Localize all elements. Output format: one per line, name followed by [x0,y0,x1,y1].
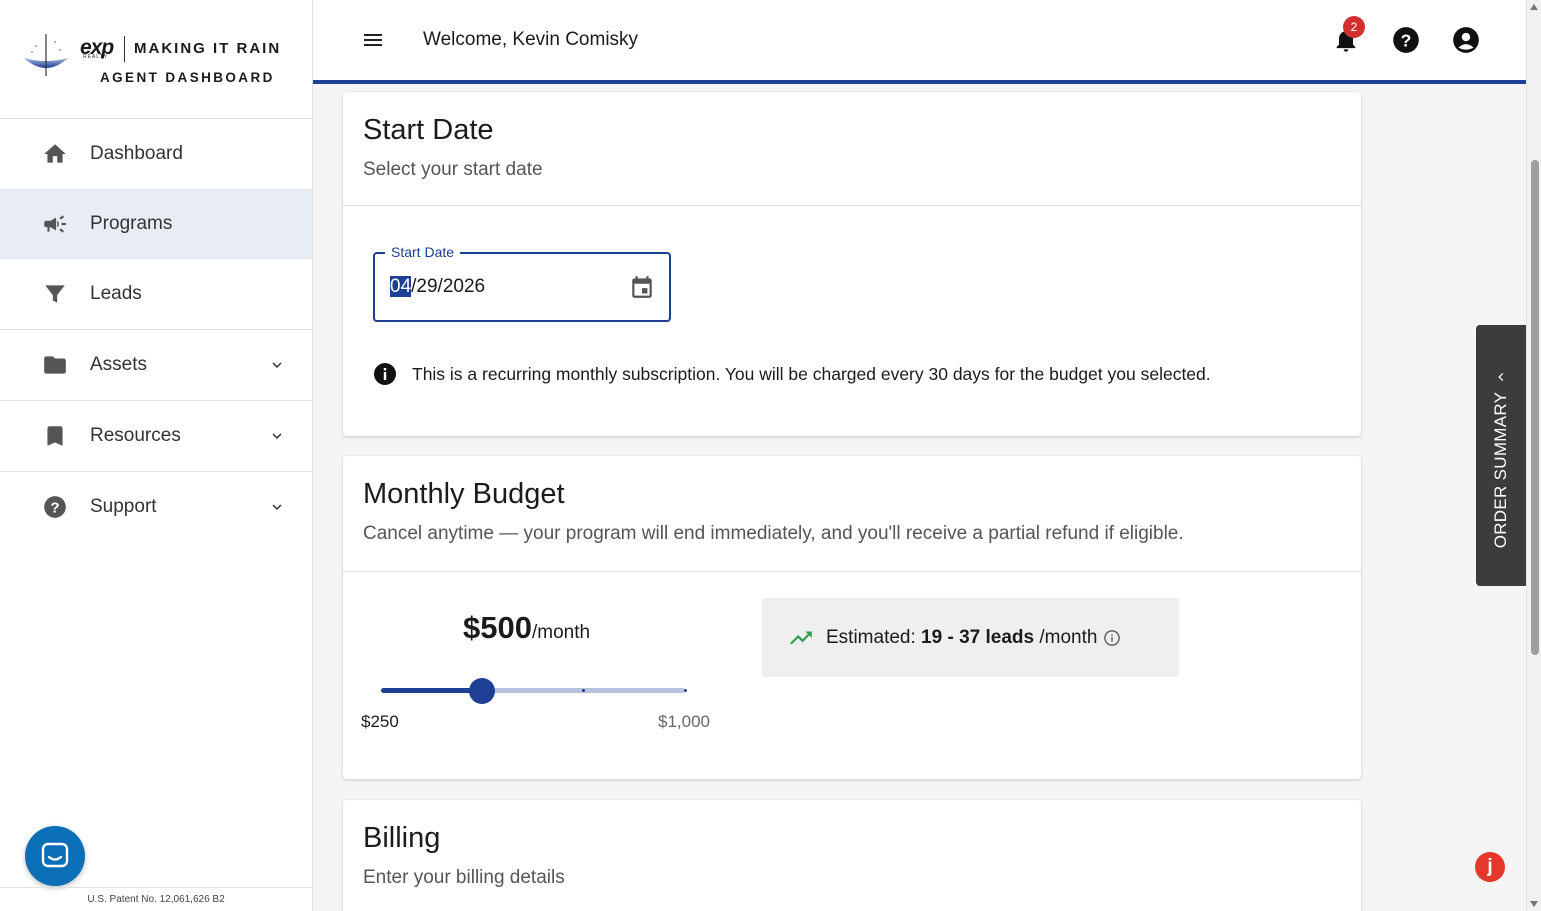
logo-realty-text: REALTY [83,54,109,60]
scroll-down-arrow-icon[interactable] [1530,901,1538,907]
welcome-text: Welcome, Kevin Comisky [423,29,639,50]
estimate-range: 19 - 37 leads [921,626,1035,648]
logo-divider [124,36,125,62]
scrollbar-thumb[interactable] [1531,160,1539,655]
slider-thumb[interactable] [469,678,496,704]
estimate-prefix: Estimated: [826,626,922,648]
sidebar-item-dashboard[interactable]: Dashboard [0,119,312,189]
help-icon[interactable]: ? [1392,26,1420,54]
card-title: Monthly Budget [363,478,565,510]
card-subtitle: Cancel anytime — your program will end i… [363,523,1184,544]
order-summary-tab[interactable]: ORDER SUMMARY [1476,325,1526,586]
scroll-up-arrow-icon[interactable] [1530,4,1538,10]
j-letter-icon: j [1487,856,1493,877]
slider-min-label: $250 [361,712,399,731]
trending-up-icon [790,631,812,644]
estimate-text: Estimated: 19 - 37 leads /month [826,627,1097,649]
sidebar-item-label: Programs [90,213,173,234]
sidebar-item-programs[interactable]: Programs [0,189,312,259]
menu-icon[interactable] [361,28,385,52]
date-month-segment[interactable]: 04 [390,276,412,297]
svg-text:?: ? [50,499,59,516]
chat-icon [41,842,69,868]
lead-estimate-box: Estimated: 19 - 37 leads /month [762,598,1179,677]
chat-launcher-button[interactable] [25,826,85,886]
megaphone-icon [41,210,69,238]
sidebar-item-label: Dashboard [90,143,183,164]
slider-max-label: $1,000 [658,712,710,731]
sidebar-item-support[interactable]: ? Support [0,472,312,542]
notice-text: This is a recurring monthly subscription… [412,363,1211,384]
sidebar-item-label: Resources [90,425,181,446]
sidebar: exp REALTY MAKING IT RAIN AGENT DASHBOAR… [0,0,313,911]
calendar-icon[interactable] [629,274,655,300]
sidebar-item-assets[interactable]: Assets [0,330,312,401]
date-value[interactable]: 04/29/2026 [390,276,485,298]
subscription-notice: This is a recurring monthly subscription… [373,362,1211,386]
budget-per-month: /month [531,622,591,643]
logo-title: MAKING IT RAIN [134,40,282,57]
account-icon[interactable] [1452,26,1480,54]
estimate-suffix: /month [1034,626,1098,648]
umbrella-logo-icon [24,34,68,76]
monthly-budget-card: Monthly Budget Cancel anytime — your pro… [343,456,1361,779]
help-circle-icon: ? [41,493,69,521]
billing-card: Billing Enter your billing details [343,800,1361,911]
slider-fill [381,688,483,693]
notification-badge: 2 [1343,16,1365,38]
slider-tick [683,689,687,692]
budget-amount-value: $500 [463,610,532,645]
sidebar-item-label: Assets [90,354,148,375]
funnel-icon [41,280,69,308]
svg-text:?: ? [1401,30,1412,50]
brand-logo[interactable]: exp REALTY MAKING IT RAIN AGENT DASHBOAR… [0,0,312,119]
assistant-launcher-button[interactable]: j [1475,852,1505,882]
chevron-down-icon[interactable] [268,498,286,516]
bookmark-icon [41,422,69,450]
sidebar-item-resources[interactable]: Resources [0,401,312,472]
chevron-down-icon[interactable] [268,427,286,445]
budget-amount: $500/month [463,610,590,646]
top-header: Welcome, Kevin Comisky 2 ? [313,0,1526,84]
chevron-left-icon [1498,373,1504,381]
card-subtitle: Enter your billing details [363,867,565,888]
info-outline-icon[interactable] [1103,629,1121,647]
card-title: Start Date [363,114,494,146]
order-summary-label: ORDER SUMMARY [1491,391,1510,549]
page-scrollbar[interactable] [1526,0,1541,911]
slider-tick [582,689,586,692]
info-icon [374,363,396,385]
date-field-label: Start Date [385,244,461,260]
start-date-input[interactable]: Start Date 04/29/2026 [373,244,671,322]
date-rest-segment[interactable]: /29/2026 [411,276,485,297]
logo-subtitle: AGENT DASHBOARD [100,70,275,85]
sidebar-item-label: Support [90,496,157,517]
patent-notice: U.S. Patent No. 12,061,626 B2 [0,887,312,911]
folder-icon [41,351,69,379]
sidebar-item-leads[interactable]: Leads [0,259,312,330]
sidebar-item-label: Leads [90,283,142,304]
card-title: Billing [363,822,441,854]
home-icon [41,140,69,168]
budget-slider[interactable] [381,678,687,704]
chevron-down-icon[interactable] [268,356,286,374]
card-subtitle: Select your start date [363,159,543,180]
start-date-card: Start Date Select your start date Start … [343,92,1361,436]
